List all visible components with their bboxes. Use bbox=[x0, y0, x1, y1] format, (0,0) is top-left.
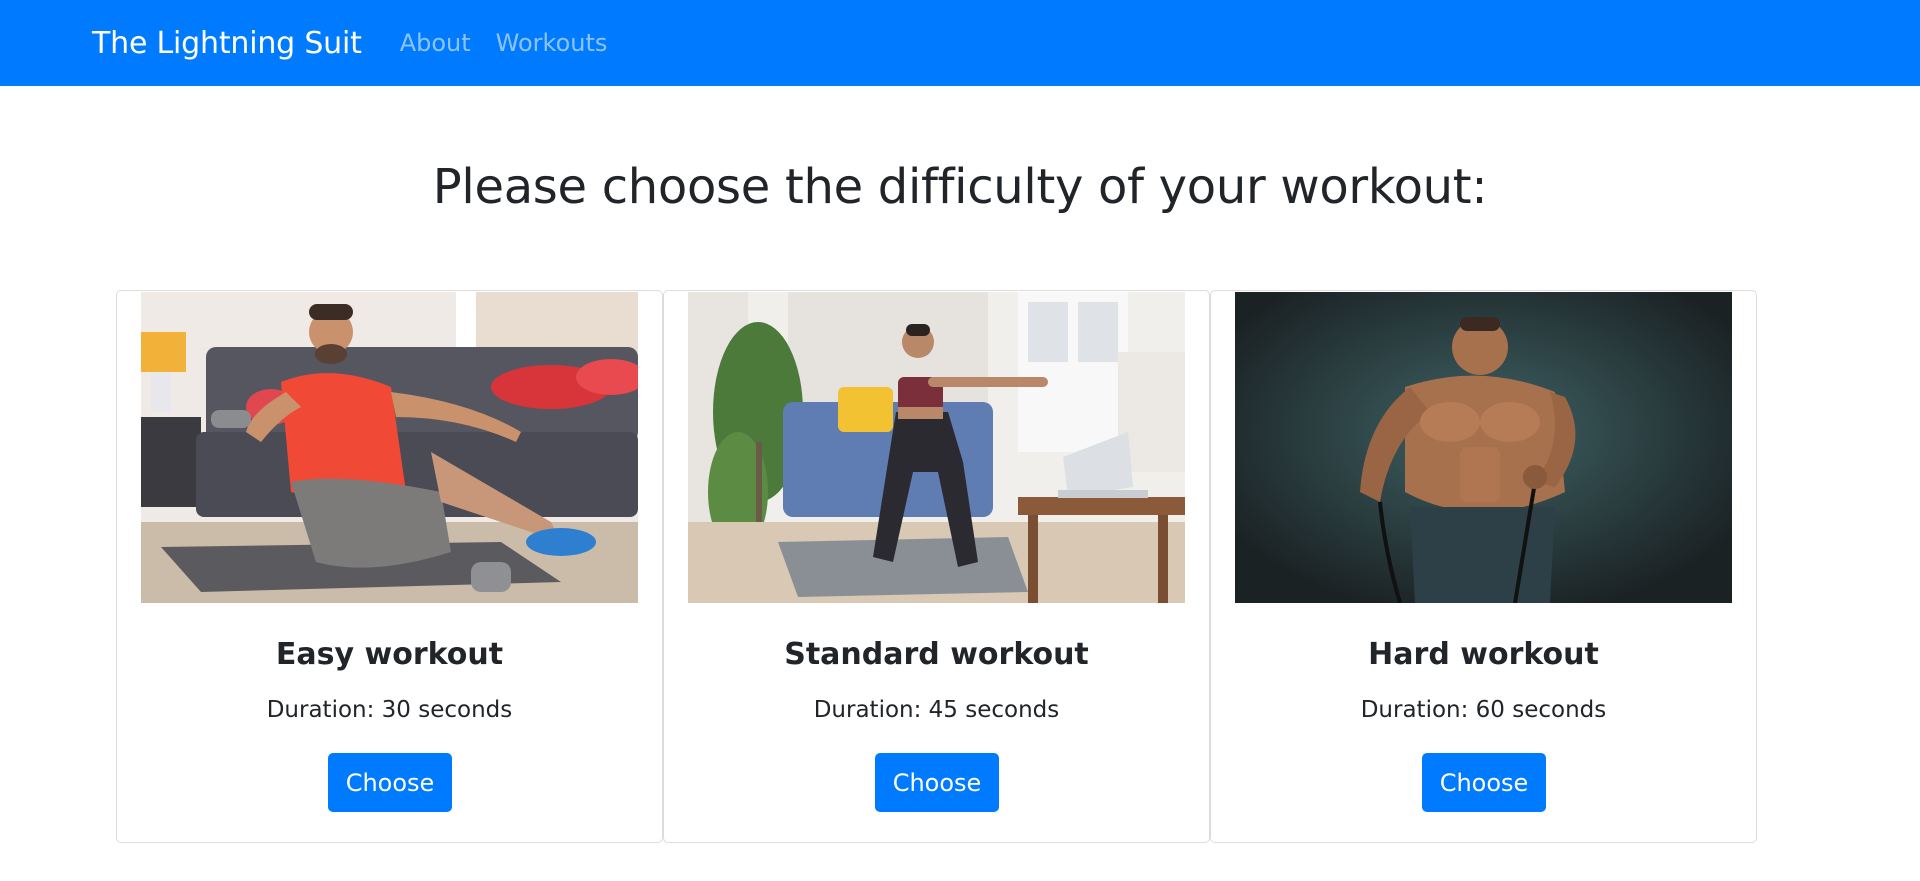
hard-workout-image bbox=[1235, 292, 1732, 603]
workout-card-easy: Easy workout Duration: 30 seconds Choose bbox=[116, 290, 663, 843]
nav-link-workouts[interactable]: Workouts bbox=[496, 29, 608, 57]
card-title-hard: Hard workout bbox=[1368, 637, 1599, 672]
easy-workout-image bbox=[141, 292, 638, 603]
workout-card-group: Easy workout Duration: 30 seconds Choose bbox=[116, 290, 1757, 843]
workout-card-hard: Hard workout Duration: 60 seconds Choose bbox=[1210, 290, 1757, 843]
card-duration-hard: Duration: 60 seconds bbox=[1360, 697, 1607, 723]
choose-standard-button[interactable]: Choose bbox=[875, 753, 999, 812]
workout-card-standard: Standard workout Duration: 45 seconds Ch… bbox=[663, 290, 1210, 843]
choose-easy-button[interactable]: Choose bbox=[328, 753, 452, 812]
card-duration-easy: Duration: 30 seconds bbox=[266, 697, 513, 723]
card-duration-standard: Duration: 45 seconds bbox=[813, 697, 1060, 723]
choose-hard-button[interactable]: Choose bbox=[1422, 753, 1546, 812]
top-navbar: The Lightning Suit About Workouts bbox=[0, 0, 1920, 86]
nav-link-about[interactable]: About bbox=[400, 29, 471, 57]
card-title-easy: Easy workout bbox=[275, 637, 504, 672]
brand-link[interactable]: The Lightning Suit bbox=[92, 26, 362, 61]
standard-workout-image bbox=[688, 292, 1185, 603]
card-title-standard: Standard workout bbox=[784, 637, 1089, 672]
page-title: Please choose the difficulty of your wor… bbox=[432, 159, 1488, 215]
